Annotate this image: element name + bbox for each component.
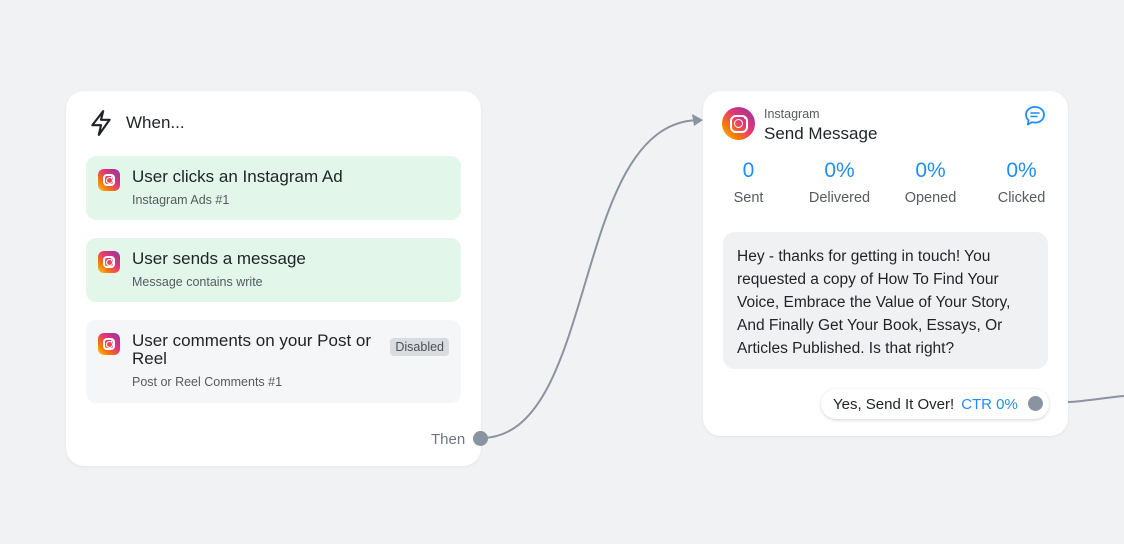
connector-then-to-message [480, 119, 701, 439]
reply-button[interactable]: Yes, Send It Over! CTR 0% [821, 389, 1049, 419]
message-body[interactable]: Hey - thanks for getting in touch! You r… [723, 232, 1048, 369]
trigger-header: When... [88, 109, 185, 137]
message-stats: 0 Sent 0% Delivered 0% Opened 0% Clicked [703, 159, 1068, 206]
stat-opened: 0% Opened [885, 159, 976, 206]
stat-value: 0% [915, 159, 946, 182]
reply-output-port[interactable] [1028, 396, 1043, 411]
trigger-item-subtitle: Message contains write [132, 275, 263, 289]
trigger-title: When... [126, 113, 185, 132]
reply-button-ctr: CTR 0% [961, 395, 1018, 413]
stat-value: 0 [742, 159, 755, 182]
trigger-item-title: User comments on your Post or Reel [132, 331, 372, 368]
chat-bubble-icon[interactable] [1023, 104, 1047, 128]
trigger-item-subtitle: Post or Reel Comments #1 [132, 375, 283, 389]
message-channel: Instagram [764, 107, 820, 121]
then-output-port[interactable] [473, 431, 488, 446]
stat-clicked: 0% Clicked [976, 159, 1067, 206]
stat-value: 0% [824, 159, 855, 182]
stat-value: 0% [1006, 159, 1037, 182]
trigger-item-title: User clicks an Instagram Ad [132, 167, 343, 186]
stat-sent: 0 Sent [703, 159, 794, 206]
reply-button-label: Yes, Send It Over! [833, 395, 955, 413]
connector-arrowhead [692, 114, 703, 126]
stat-label: Opened [904, 190, 957, 206]
trigger-item-message[interactable]: User sends a message Message contains wr… [86, 238, 461, 302]
instagram-icon [98, 333, 120, 355]
then-label: Then [431, 431, 466, 448]
instagram-icon [98, 169, 120, 191]
trigger-item-title: User sends a message [132, 249, 306, 268]
stat-label: Delivered [808, 190, 871, 206]
stat-label: Clicked [997, 190, 1046, 206]
status-badge: Disabled [390, 338, 449, 356]
lightning-bolt-icon [91, 110, 111, 136]
trigger-item-subtitle: Instagram Ads #1 [132, 193, 230, 207]
send-message-card[interactable]: Instagram Send Message 0 Sent 0% Deliver… [703, 91, 1068, 436]
flow-canvas[interactable]: When... User clicks an Instagram Ad Inst… [0, 0, 1124, 544]
trigger-item-instagram-ad[interactable]: User clicks an Instagram Ad Instagram Ad… [86, 156, 461, 220]
stat-label: Sent [733, 190, 764, 206]
instagram-icon [722, 107, 755, 140]
trigger-item-comments[interactable]: User comments on your Post or Reel Post … [86, 320, 461, 403]
instagram-icon [98, 251, 120, 273]
stat-delivered: 0% Delivered [794, 159, 885, 206]
trigger-card[interactable]: When... User clicks an Instagram Ad Inst… [66, 91, 481, 466]
message-title: Send Message [764, 124, 878, 143]
